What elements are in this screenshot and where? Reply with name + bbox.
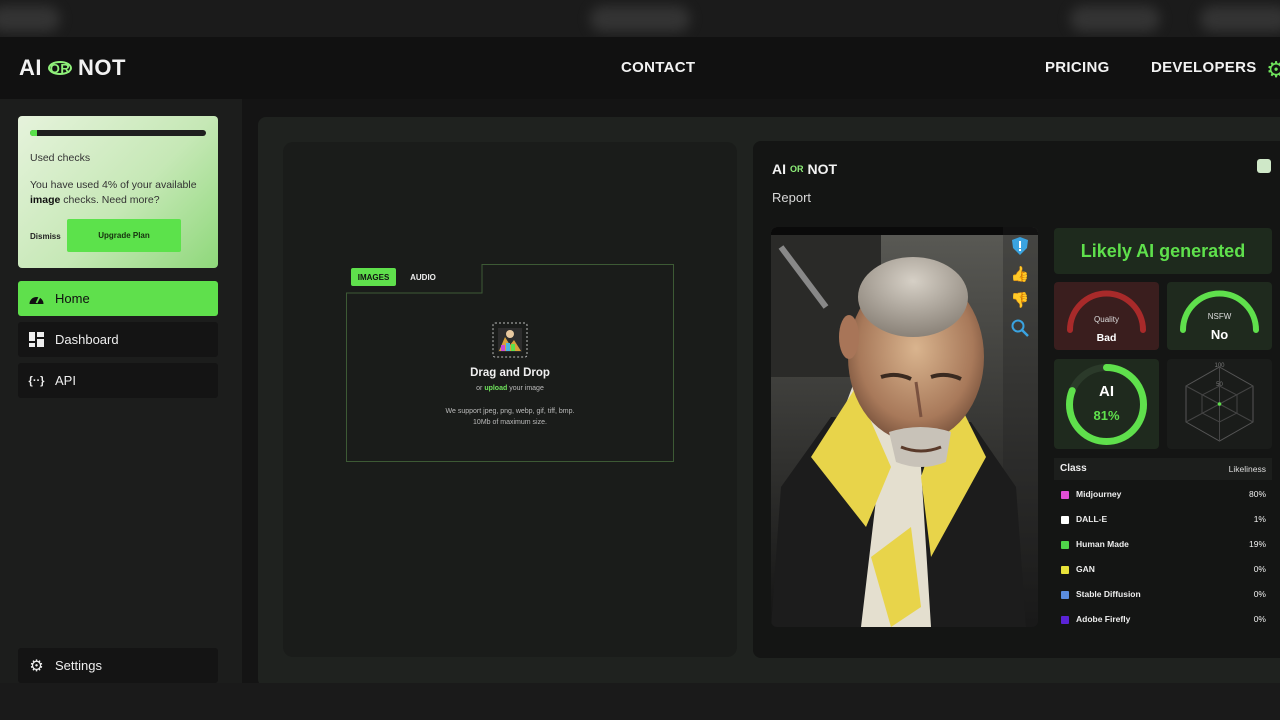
sidebar-item-home[interactable]: Home — [18, 281, 218, 316]
class-name: GAN — [1076, 564, 1095, 574]
dismiss-button[interactable]: Dismiss — [30, 232, 61, 241]
brand-logo[interactable]: AI OR NOT — [19, 55, 126, 81]
usage-description: You have used 4% of your available image… — [30, 178, 210, 208]
supported-formats-text: We support jpeg, png, webp, gif, tiff, b… — [445, 408, 575, 426]
upload-link[interactable]: upload — [484, 385, 507, 392]
bottom-blurred-strip — [0, 683, 1280, 720]
usage-text-pre: You have used 4% of your available — [30, 179, 197, 191]
radar-tick-50: 50 — [1216, 382, 1223, 388]
thumbs-up-icon[interactable]: 👍 — [1009, 263, 1031, 285]
nsfw-label: NSFW — [1207, 312, 1232, 321]
likeliness-column-header: Likeliness — [1228, 464, 1266, 474]
sidebar-item-label: Dashboard — [55, 332, 119, 347]
quality-gauge — [1067, 290, 1146, 333]
class-likeliness: 19% — [1248, 539, 1266, 549]
radar-chart: 100 50 — [1185, 363, 1254, 442]
class-swatch — [1061, 616, 1069, 624]
class-row: Adobe Firefly 0% — [1054, 611, 1272, 629]
settings-label: Settings — [55, 658, 102, 673]
gauge-icon — [28, 290, 45, 307]
alert-shield-icon[interactable] — [1009, 235, 1031, 257]
usage-progress-bar — [30, 130, 206, 136]
analyzed-photo — [771, 227, 1038, 627]
nav-developers-link[interactable]: DEVELOPERS — [1151, 59, 1257, 76]
sidebar-item-settings[interactable]: ⚙ Settings — [18, 648, 218, 683]
brand-logo-right: NOT — [78, 55, 126, 80]
report-logo-left: AI — [772, 161, 786, 177]
class-row: GAN 0% — [1054, 561, 1272, 579]
class-likeliness: 80% — [1248, 489, 1266, 499]
class-column-header: Class — [1060, 463, 1087, 474]
drop-zone[interactable] — [346, 264, 674, 462]
nav-pricing-link[interactable]: PRICING — [1045, 59, 1110, 76]
usage-progress-fill — [30, 130, 38, 136]
class-swatch — [1061, 591, 1069, 599]
usage-card: Used checks You have used 4% of your ava… — [18, 116, 218, 268]
tab-audio[interactable]: AUDIO — [402, 268, 444, 286]
class-name: Adobe Firefly — [1076, 614, 1131, 624]
report-logo: AI OR NOT — [772, 161, 837, 177]
class-row: Stable Diffusion 0% — [1054, 586, 1272, 604]
upgrade-plan-button[interactable]: Upgrade Plan — [67, 219, 181, 252]
brand-logo-or: OR — [48, 60, 72, 76]
sidebar-item-label: API — [55, 373, 76, 388]
quality-value: Bad — [1096, 332, 1117, 344]
class-swatch — [1061, 516, 1069, 524]
blurred-element — [1200, 6, 1280, 32]
class-row: DALL-E 1% — [1054, 511, 1272, 529]
drop-subtitle: or upload your image — [346, 385, 674, 392]
ai-score-value: 81% — [1093, 408, 1120, 423]
ai-score-ring — [1066, 364, 1147, 445]
sidebar-item-label: Home — [55, 291, 90, 306]
gear-icon[interactable]: ⚙ — [1266, 57, 1280, 83]
class-row: Midjourney 80% — [1054, 486, 1272, 504]
class-table-header: Class Likeliness — [1054, 458, 1272, 480]
browser-top-strip — [0, 0, 1280, 37]
top-navbar: AI OR NOT CONTACT PRICING DEVELOPERS ⚙ — [0, 37, 1280, 99]
download-icon[interactable] — [1257, 159, 1271, 173]
ai-score-label: AI — [1099, 383, 1114, 400]
class-name: Stable Diffusion — [1076, 589, 1141, 599]
verdict-banner: Likely AI generated — [1054, 228, 1272, 274]
nav-contact-link[interactable]: CONTACT — [621, 59, 695, 76]
blurred-element — [1070, 6, 1160, 32]
usage-text-post: checks. Need more? — [60, 194, 160, 206]
drop-title: Drag and Drop — [470, 367, 550, 379]
class-likeliness: 0% — [1253, 589, 1266, 599]
class-likeliness: 0% — [1253, 614, 1266, 624]
class-row: Human Made 19% — [1054, 536, 1272, 554]
thumbs-down-icon[interactable]: 👎 — [1009, 289, 1031, 311]
nsfw-value: No — [1210, 327, 1229, 342]
class-swatch — [1061, 491, 1069, 499]
quality-label: Quality — [1094, 315, 1119, 324]
class-likeliness: 1% — [1253, 514, 1266, 524]
class-name: Midjourney — [1076, 489, 1122, 499]
brand-logo-left: AI — [19, 55, 42, 80]
tab-images[interactable]: IMAGES — [351, 268, 396, 286]
class-name: DALL-E — [1076, 514, 1108, 524]
class-likeliness: 0% — [1253, 564, 1266, 574]
class-name: Human Made — [1076, 539, 1129, 549]
magnifier-icon[interactable] — [1009, 317, 1031, 339]
upload-image-icon — [492, 322, 528, 358]
report-logo-or: OR — [790, 164, 804, 174]
blurred-element — [590, 6, 690, 32]
sidebar: Used checks You have used 4% of your ava… — [0, 99, 242, 720]
class-swatch — [1061, 541, 1069, 549]
drop-sub-post: your image — [507, 385, 544, 392]
report-subtitle: Report — [772, 190, 812, 205]
code-braces-icon: {··} — [28, 374, 45, 387]
usage-text-bold: image — [30, 194, 61, 206]
usage-title: Used checks — [30, 152, 91, 164]
sidebar-item-api[interactable]: {··} API — [18, 363, 218, 398]
radar-tick-100: 100 — [1214, 363, 1225, 369]
sidebar-item-dashboard[interactable]: Dashboard — [18, 322, 218, 357]
dashboard-icon — [28, 331, 45, 348]
class-swatch — [1061, 566, 1069, 574]
gear-icon: ⚙ — [29, 657, 44, 675]
blurred-element — [0, 6, 60, 32]
report-logo-right: NOT — [807, 161, 838, 177]
